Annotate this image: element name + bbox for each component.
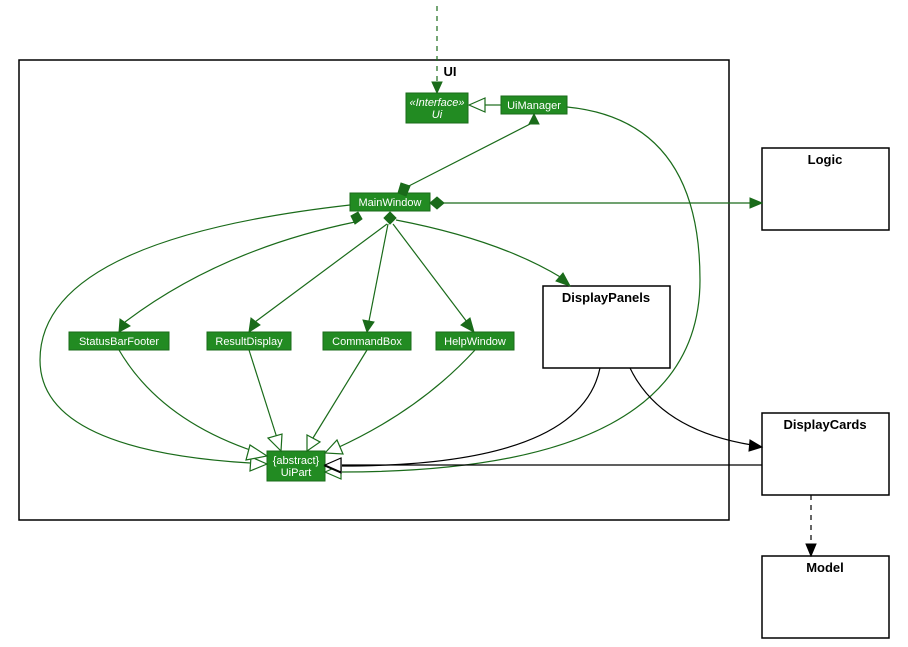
helpwindow-uipart-arrow bbox=[325, 440, 343, 454]
uimanager-to-mainwindow bbox=[401, 114, 534, 190]
mainwindow-composition-diamond bbox=[384, 212, 396, 224]
status-bar-footer-name: StatusBarFooter bbox=[79, 336, 159, 348]
statusbarfooter-uipart-arrow bbox=[246, 445, 267, 460]
displaypanels-to-uipart bbox=[342, 368, 600, 466]
mainwindow-to-statusbarfooter bbox=[125, 222, 355, 322]
displaypanels-displaycards-arrow bbox=[749, 440, 762, 451]
external-to-ui-arrow bbox=[432, 82, 442, 93]
model-name: Model bbox=[806, 560, 844, 575]
display-cards-name: DisplayCards bbox=[783, 417, 866, 432]
ui-part-stereotype: {abstract} bbox=[273, 455, 320, 467]
mainwindow-logic-diamond bbox=[430, 197, 444, 209]
help-window-name: HelpWindow bbox=[444, 336, 506, 348]
ui-manager-name: UiManager bbox=[507, 100, 561, 112]
resultdisplay-to-uipart bbox=[249, 350, 277, 438]
ui-part-name: UiPart bbox=[281, 467, 312, 479]
mainwindow-to-resultdisplay bbox=[255, 224, 387, 322]
displaycards-model-arrow bbox=[806, 544, 816, 556]
mainwindow-to-helpwindow bbox=[393, 224, 467, 322]
uimanager-implements-ui-arrow bbox=[469, 98, 485, 112]
commandbox-to-uipart bbox=[313, 350, 367, 438]
statusbarfooter-to-uipart bbox=[119, 350, 256, 452]
uimanager-mainwindow-arrow bbox=[529, 114, 539, 124]
mainwindow-displaypanels-arrow bbox=[556, 273, 570, 286]
mainwindow-logic-arrow bbox=[750, 198, 762, 208]
display-panels-name: DisplayPanels bbox=[562, 290, 650, 305]
main-window-name: MainWindow bbox=[359, 197, 422, 209]
mainwindow-to-displaypanels bbox=[396, 220, 562, 278]
logic-name: Logic bbox=[808, 152, 843, 167]
command-box-name: CommandBox bbox=[332, 336, 402, 348]
mainwindow-helpwindow-arrow bbox=[461, 318, 474, 332]
ui-interface-name: Ui bbox=[432, 109, 443, 121]
ui-interface-stereotype: «Interface» bbox=[409, 97, 464, 109]
displaypanels-to-displaycards bbox=[630, 368, 752, 445]
mainwindow-commandbox-arrow bbox=[363, 320, 374, 332]
mainwindow-to-commandbox bbox=[369, 224, 388, 321]
package-title: UI bbox=[444, 64, 457, 79]
result-display-name: ResultDisplay bbox=[215, 336, 283, 348]
mainwindow-statusbarfooter-arrow bbox=[119, 319, 130, 332]
resultdisplay-uipart-arrow bbox=[268, 434, 282, 451]
